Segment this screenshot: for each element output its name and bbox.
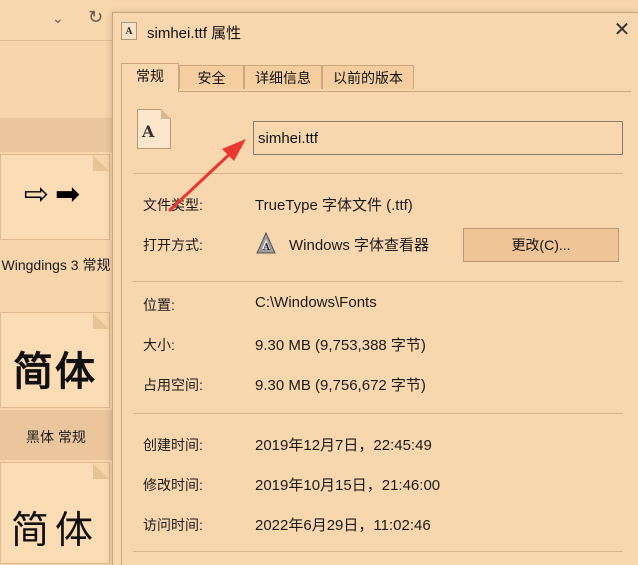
explorer-address-bar: ⌄ ↻: [0, 0, 112, 41]
modified-value: 2019年10月15日，21:46:00: [255, 477, 441, 494]
page-fold: [93, 155, 109, 171]
font-preview: 简体: [10, 508, 99, 552]
chevron-down-icon[interactable]: ⌄: [52, 10, 64, 27]
divider: [133, 551, 623, 552]
tab-general[interactable]: 常规: [121, 63, 179, 92]
font-viewer-icon: A: [256, 231, 276, 254]
svg-text:A: A: [262, 243, 271, 253]
properties-dialog: A simhei.ttf 属性 ✕ 常规 安全 详细信息 以前的版本 A 文件类…: [112, 12, 638, 565]
size-value: 9.30 MB (9,753,388 字节): [255, 337, 426, 354]
font-preview: ⇨➡: [23, 178, 87, 211]
tab-details[interactable]: 详细信息: [244, 65, 322, 89]
font-tile-wingdings[interactable]: ⇨➡: [0, 154, 110, 240]
font-label[interactable]: Wingdings 3 常规: [0, 256, 112, 275]
font-tile-third[interactable]: 简体: [0, 462, 110, 564]
divider: [133, 173, 623, 174]
location-label: 位置:: [143, 297, 175, 313]
tab-bar: 常规 安全 详细信息 以前的版本: [121, 63, 631, 92]
refresh-icon[interactable]: ↻: [88, 7, 103, 28]
divider: [133, 281, 623, 282]
location-value: C:\Windows\Fonts: [255, 294, 377, 311]
dialog-title: simhei.ttf 属性: [147, 25, 242, 42]
created-label: 创建时间:: [143, 437, 203, 453]
accessed-value: 2022年6月29日，11:02:46: [255, 517, 431, 534]
font-tile-heiti[interactable]: 简体: [0, 312, 110, 408]
open-with-value: Windows 字体查看器: [289, 237, 430, 254]
file-type-label: 文件类型:: [143, 197, 203, 213]
size-on-disk-label: 占用空间:: [143, 377, 203, 393]
file-icon: A: [121, 22, 137, 40]
filename-input[interactable]: [253, 121, 623, 155]
tab-previous-versions[interactable]: 以前的版本: [322, 65, 414, 89]
file-icon-glyph: A: [142, 122, 155, 141]
file-icon: A: [137, 109, 171, 149]
close-icon[interactable]: ✕: [611, 17, 633, 42]
open-with-label: 打开方式:: [143, 237, 203, 253]
font-label[interactable]: 黑体 常规: [0, 427, 112, 447]
change-button[interactable]: 更改(C)...: [463, 228, 619, 262]
font-preview: 简体: [13, 350, 97, 394]
explorer-band: [0, 118, 112, 152]
size-label: 大小:: [143, 337, 175, 353]
page-fold: [93, 313, 109, 329]
page-fold: [93, 463, 109, 479]
file-type-value: TrueType 字体文件 (.ttf): [255, 197, 413, 214]
divider: [133, 413, 623, 414]
tab-security[interactable]: 安全: [179, 65, 244, 89]
accessed-label: 访问时间:: [143, 517, 203, 533]
created-value: 2019年12月7日，22:45:49: [255, 437, 432, 454]
size-on-disk-value: 9.30 MB (9,756,672 字节): [255, 377, 426, 394]
modified-label: 修改时间:: [143, 477, 203, 493]
